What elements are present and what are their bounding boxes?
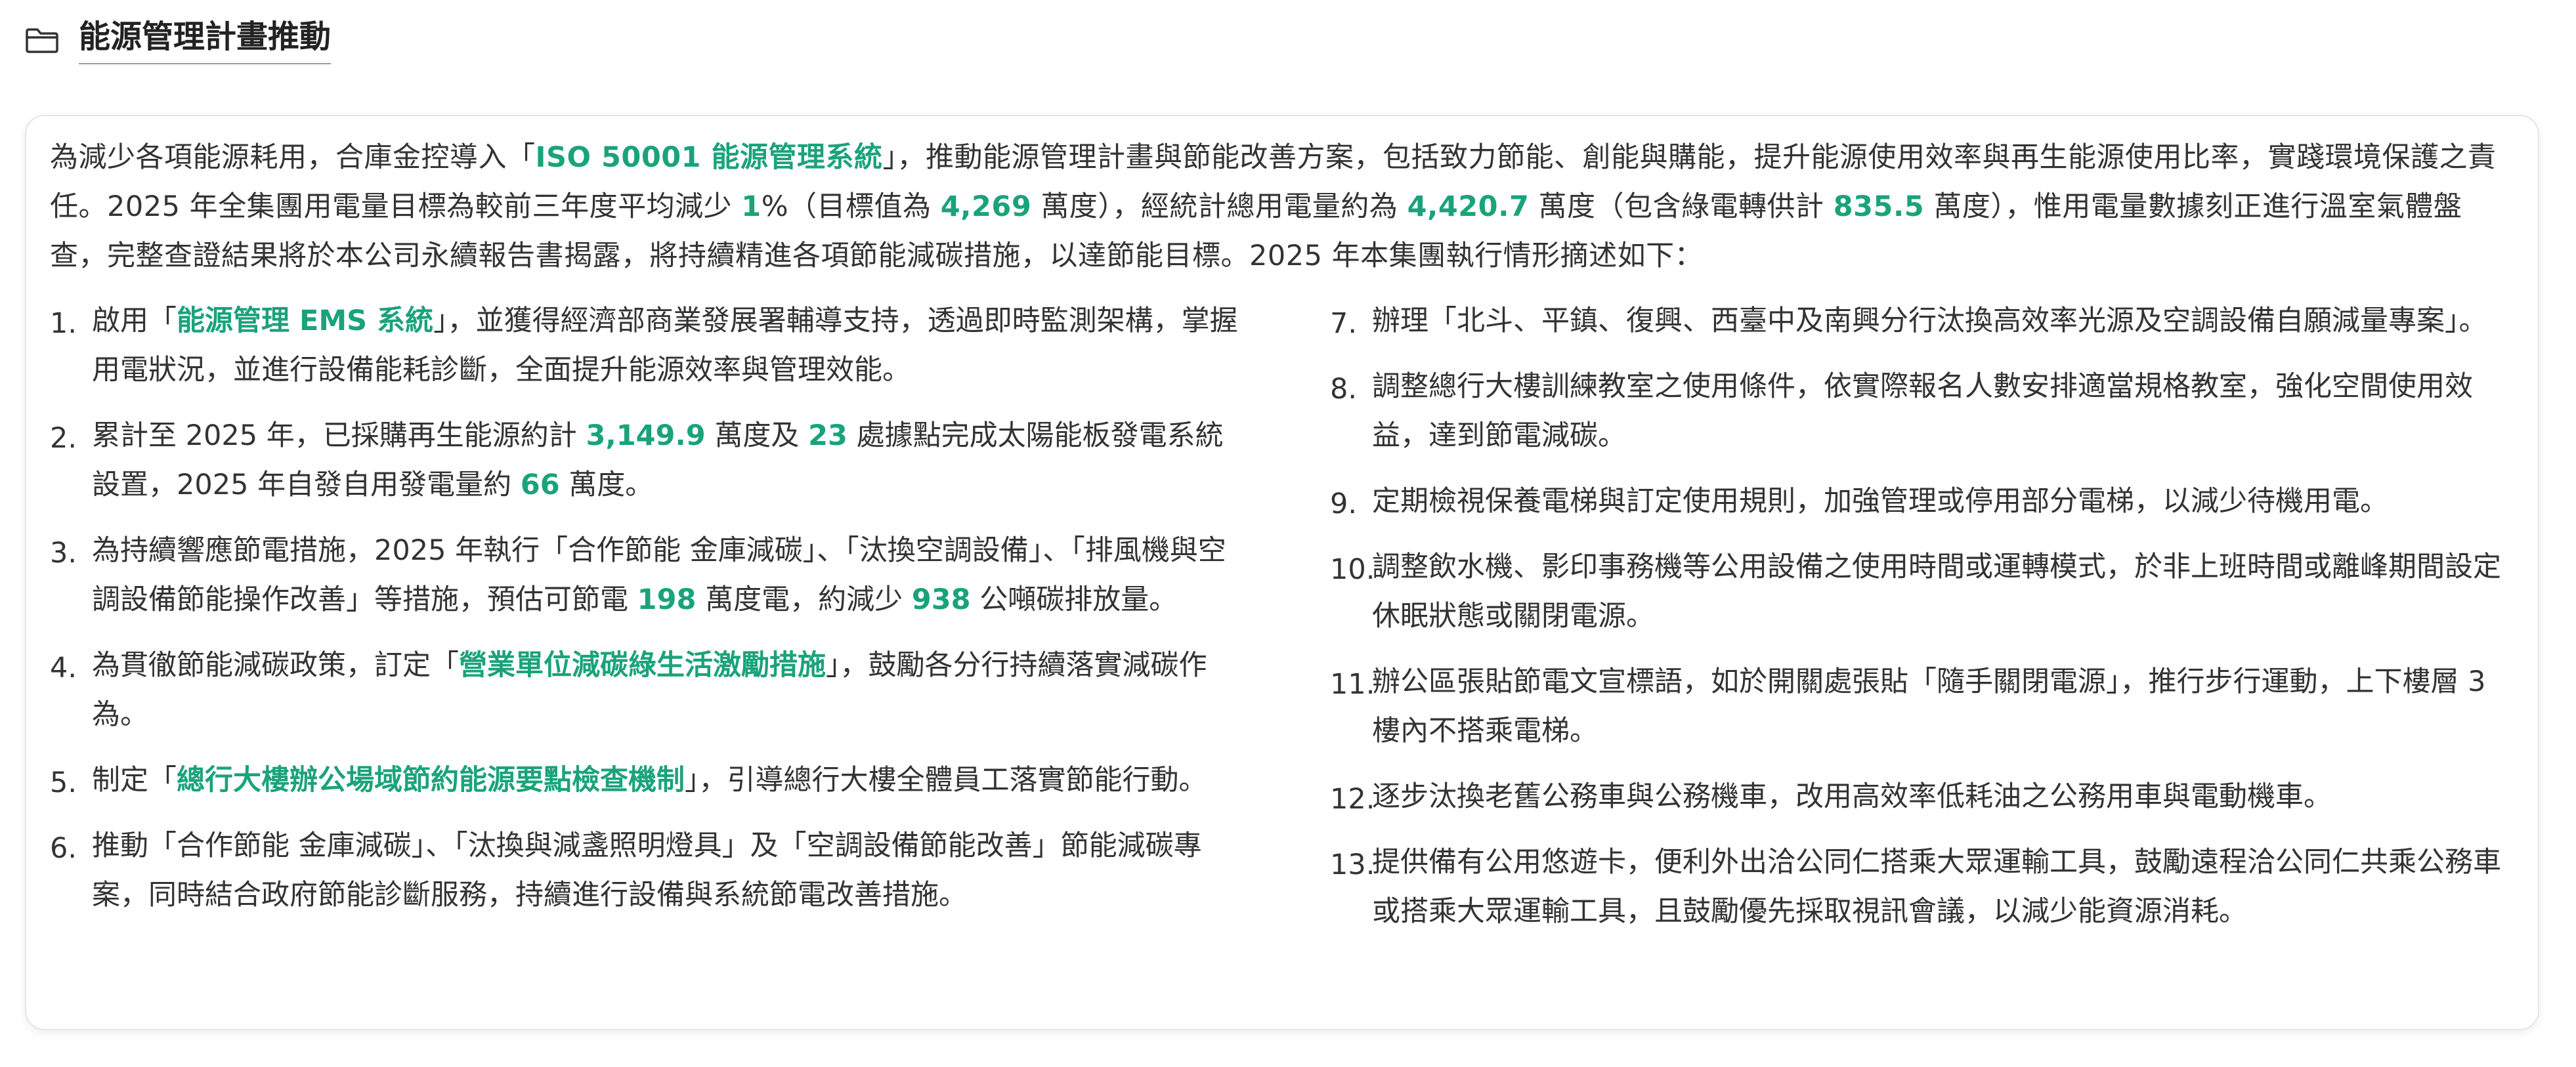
list-item: 4. 為貫徹節能減碳政策，訂定「營業單位減碳綠生活激勵措施」，鼓勵各分行持續落實減…	[50, 649, 1207, 731]
section-title: 能源管理計畫推動	[79, 17, 332, 64]
list-item: 1. 啟用「能源管理 EMS 系統」，並獲得經濟部商業發展署輔導支持，透過即時監測…	[50, 304, 1238, 387]
content-card: 為減少各項能源耗用，合庫金控導入「ISO 50001 能源管理系統」，推動能源管…	[25, 115, 2539, 1030]
list-item: 6. 推動「合作節能 金庫減碳」、「汰換與減盞照明燈具」及「空調設備節能改善」節能…	[50, 829, 1202, 911]
list-item: 7. 辦理「北斗、平鎮、復興、西臺中及南興分行汰換高效率光源及空調設備自願減量專案…	[1330, 304, 2487, 340]
highlight-reduction: 1	[741, 190, 762, 223]
list-item: 12. 逐步汰換老舊公務車與公務機車，改用高效率低耗油之公務用車與電動機車。	[1330, 780, 2332, 816]
measures-list-right: 7. 辦理「北斗、平鎮、復興、西臺中及南興分行汰換高效率光源及空調設備自願減量專案…	[1330, 297, 2505, 953]
list-item: 2. 累計至 2025 年，已採購再生能源約計 3,149.9 萬度及 23 處據…	[50, 419, 1224, 501]
list-item: 5. 制定「總行大樓辦公場域節約能源要點檢查機制」，引導總行大樓全體員工落實節能行…	[50, 764, 1207, 799]
section-header: 能源管理計畫推動	[25, 14, 332, 67]
highlight-total-usage: 4,420.7	[1407, 190, 1530, 223]
list-item: 11. 辦公區張貼節電文宣標語，如於開關處張貼「隨手關閉電源」，推行步行運動，上下…	[1330, 665, 2486, 747]
list-item: 3. 為持續響應節電措施，2025 年執行「合作節能 金庫減碳」、「汰換空調設備」…	[50, 534, 1226, 616]
highlight-iso: ISO 50001 能源管理系統	[535, 141, 883, 174]
intro-paragraph: 為減少各項能源耗用，合庫金控導入「ISO 50001 能源管理系統」，推動能源管…	[50, 141, 2497, 272]
list-item: 8. 調整總行大樓訓練教室之使用條件，依實際報名人數安排適當規格教室，強化空間使用…	[1330, 370, 2473, 452]
list-item: 13. 提供備有公用悠遊卡，便利外出洽公同仁搭乘大眾運輸工具，鼓勵遠程洽公同仁共乘…	[1330, 846, 2501, 928]
list-item: 9. 定期檢視保養電梯與訂定使用規則，加強管理或停用部分電梯，以減少待機用電。	[1330, 485, 2388, 520]
measures-list-left: 1. 啟用「能源管理 EMS 系統」，並獲得經濟部商業發展署輔導支持，透過即時監測…	[50, 297, 1238, 936]
highlight-target: 4,269	[940, 190, 1032, 223]
folder-icon	[25, 28, 59, 54]
list-item: 10. 調整飲水機、影印事務機等公用設備之使用時間或運轉模式，於非上班時間或離峰期…	[1330, 551, 2501, 633]
highlight-green-power: 835.5	[1833, 190, 1925, 223]
